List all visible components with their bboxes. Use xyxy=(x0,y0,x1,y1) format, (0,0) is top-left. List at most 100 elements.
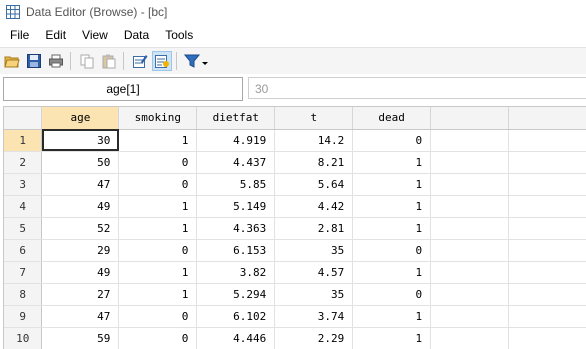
data-cell-smoking[interactable]: 1 xyxy=(118,217,198,240)
row-number[interactable]: 4 xyxy=(4,195,43,218)
empty-cell[interactable] xyxy=(508,173,586,196)
column-header-smoking[interactable]: smoking xyxy=(118,107,198,130)
data-cell-dead[interactable]: 1 xyxy=(352,261,432,284)
empty-cell[interactable] xyxy=(508,283,586,306)
data-cell-t[interactable]: 35 xyxy=(274,283,354,306)
variables-manager-icon[interactable] xyxy=(130,51,150,71)
data-cell-dead[interactable]: 1 xyxy=(352,173,432,196)
row-number[interactable]: 1 xyxy=(4,129,43,152)
data-cell-smoking[interactable]: 0 xyxy=(118,151,198,174)
data-cell-smoking[interactable]: 0 xyxy=(118,327,198,349)
row-number[interactable]: 8 xyxy=(4,283,43,306)
empty-cell[interactable] xyxy=(430,217,510,240)
properties-icon[interactable] xyxy=(152,51,172,71)
data-cell-dietfat[interactable]: 4.437 xyxy=(196,151,276,174)
empty-cell[interactable] xyxy=(430,151,510,174)
data-cell-dead[interactable]: 0 xyxy=(352,129,432,152)
data-cell-age[interactable]: 59 xyxy=(41,327,120,349)
data-cell-dietfat[interactable]: 6.153 xyxy=(196,239,276,262)
data-cell-dead[interactable]: 1 xyxy=(352,327,432,349)
data-cell-smoking[interactable]: 1 xyxy=(118,283,198,306)
data-cell-dead[interactable]: 1 xyxy=(352,195,432,218)
data-cell-age[interactable]: 52 xyxy=(41,217,120,240)
empty-cell[interactable] xyxy=(430,173,510,196)
empty-cell[interactable] xyxy=(508,261,586,284)
data-cell-smoking[interactable]: 0 xyxy=(118,239,198,262)
data-cell-t[interactable]: 2.29 xyxy=(274,327,354,349)
corner-cell[interactable] xyxy=(4,107,43,130)
empty-cell[interactable] xyxy=(508,239,586,262)
data-cell-t[interactable]: 2.81 xyxy=(274,217,354,240)
menu-data[interactable]: Data xyxy=(116,24,157,46)
column-header-t[interactable]: t xyxy=(274,107,354,130)
column-header-age[interactable]: age xyxy=(41,107,120,130)
data-cell-dietfat[interactable]: 6.102 xyxy=(196,305,276,328)
menu-tools[interactable]: Tools xyxy=(157,24,201,46)
data-cell-age[interactable]: 30 xyxy=(41,129,120,152)
data-cell-dead[interactable]: 1 xyxy=(352,217,432,240)
row-number[interactable]: 7 xyxy=(4,261,43,284)
open-icon[interactable] xyxy=(2,51,22,71)
data-cell-smoking[interactable]: 0 xyxy=(118,173,198,196)
row-number[interactable]: 10 xyxy=(4,327,43,349)
data-cell-smoking[interactable]: 0 xyxy=(118,305,198,328)
row-number[interactable]: 9 xyxy=(4,305,43,328)
paste-icon[interactable] xyxy=(99,51,119,71)
data-cell-smoking[interactable]: 1 xyxy=(118,195,198,218)
data-cell-age[interactable]: 47 xyxy=(41,173,120,196)
empty-cell[interactable] xyxy=(430,129,510,152)
data-cell-smoking[interactable]: 1 xyxy=(118,129,198,152)
data-cell-age[interactable]: 49 xyxy=(41,261,120,284)
empty-cell[interactable] xyxy=(508,217,586,240)
data-cell-dietfat[interactable]: 5.149 xyxy=(196,195,276,218)
data-cell-age[interactable]: 47 xyxy=(41,305,120,328)
data-cell-age[interactable]: 27 xyxy=(41,283,120,306)
row-number[interactable]: 2 xyxy=(4,151,43,174)
data-cell-age[interactable]: 29 xyxy=(41,239,120,262)
data-cell-t[interactable]: 4.42 xyxy=(274,195,354,218)
empty-cell[interactable] xyxy=(508,305,586,328)
copy-icon[interactable] xyxy=(77,51,97,71)
menu-file[interactable]: File xyxy=(0,24,37,46)
data-cell-age[interactable]: 49 xyxy=(41,195,120,218)
data-cell-dead[interactable]: 0 xyxy=(352,283,432,306)
row-number[interactable]: 6 xyxy=(4,239,43,262)
empty-cell[interactable] xyxy=(430,327,510,349)
data-cell-dead[interactable]: 0 xyxy=(352,239,432,262)
empty-cell[interactable] xyxy=(430,305,510,328)
data-cell-dietfat[interactable]: 4.363 xyxy=(196,217,276,240)
cell-value-field[interactable]: 30 xyxy=(248,77,586,99)
data-cell-dietfat[interactable]: 4.919 xyxy=(196,129,276,152)
empty-cell[interactable] xyxy=(430,283,510,306)
row-number[interactable]: 5 xyxy=(4,217,43,240)
data-cell-t[interactable]: 14.2 xyxy=(274,129,354,152)
data-cell-dietfat[interactable]: 4.446 xyxy=(196,327,276,349)
empty-cell[interactable] xyxy=(508,195,586,218)
data-cell-dietfat[interactable]: 3.82 xyxy=(196,261,276,284)
data-cell-age[interactable]: 50 xyxy=(41,151,120,174)
column-header-dead[interactable]: dead xyxy=(352,107,432,130)
data-cell-dietfat[interactable]: 5.294 xyxy=(196,283,276,306)
column-header-dietfat[interactable]: dietfat xyxy=(196,107,276,130)
menu-view[interactable]: View xyxy=(74,24,116,46)
data-cell-smoking[interactable]: 1 xyxy=(118,261,198,284)
data-cell-t[interactable]: 5.64 xyxy=(274,173,354,196)
print-icon[interactable] xyxy=(46,51,66,71)
row-number[interactable]: 3 xyxy=(4,173,43,196)
data-cell-t[interactable]: 4.57 xyxy=(274,261,354,284)
save-icon[interactable] xyxy=(24,51,44,71)
empty-cell[interactable] xyxy=(430,239,510,262)
data-cell-t[interactable]: 8.21 xyxy=(274,151,354,174)
empty-cell[interactable] xyxy=(430,195,510,218)
data-cell-t[interactable]: 3.74 xyxy=(274,305,354,328)
empty-cell[interactable] xyxy=(430,261,510,284)
empty-cell[interactable] xyxy=(508,151,586,174)
empty-cell[interactable] xyxy=(508,327,586,349)
filter-icon[interactable] xyxy=(183,51,211,71)
data-cell-dietfat[interactable]: 5.85 xyxy=(196,173,276,196)
empty-cell[interactable] xyxy=(508,129,586,152)
menu-edit[interactable]: Edit xyxy=(37,24,74,46)
data-cell-dead[interactable]: 1 xyxy=(352,305,432,328)
data-cell-t[interactable]: 35 xyxy=(274,239,354,262)
data-cell-dead[interactable]: 1 xyxy=(352,151,432,174)
